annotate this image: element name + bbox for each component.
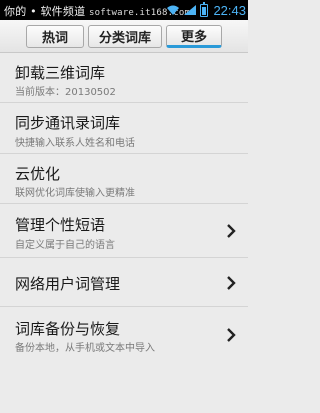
list-item-uninstall-lexicon[interactable]: 卸载三维词库 当前版本：20130502 — [0, 53, 248, 103]
list-item-custom-phrases[interactable]: 管理个性短语 自定义属于自己的语言 — [0, 204, 248, 258]
battery-icon — [200, 1, 209, 17]
item-title: 网络用户词管理 — [15, 275, 121, 293]
settings-list: 卸载三维词库 当前版本：20130502 同步通讯录词库 快捷输入联系人姓名和电… — [0, 53, 248, 362]
system-indicators: 22:43 — [166, 1, 246, 18]
watermark: 你的 • 软件频道 software.it168.com — [4, 3, 190, 19]
tab-hot-words[interactable]: 热词 — [26, 24, 84, 48]
item-subtitle: 当前版本：20130502 — [15, 87, 116, 98]
tab-label: 热词 — [41, 30, 68, 46]
list-item-sync-contacts[interactable]: 同步通讯录词库 快捷输入联系人姓名和电话 — [0, 103, 248, 154]
battery-level — [202, 6, 207, 15]
item-title: 同步通讯录词库 — [15, 114, 121, 132]
watermark-text: 你的 • 软件频道 — [4, 5, 86, 18]
chevron-right-icon — [227, 276, 236, 290]
chevron-right-icon — [227, 224, 236, 238]
item-title: 词库备份与恢复 — [15, 320, 121, 338]
list-item-cloud-optimize[interactable]: 云优化 联网优化词库使输入更精准 — [0, 154, 248, 204]
tab-more[interactable]: 更多 — [166, 24, 222, 48]
item-title: 云优化 — [15, 165, 61, 183]
list-item-network-user-words[interactable]: 网络用户词管理 — [0, 258, 248, 307]
tab-label: 更多 — [180, 29, 207, 45]
item-subtitle: 自定义属于自己的语言 — [15, 240, 115, 251]
tab-bar: 热词 分类词库 更多 — [0, 20, 248, 53]
wifi-icon — [167, 5, 180, 15]
tab-category-lexicon[interactable]: 分类词库 — [88, 24, 162, 48]
signal-icon — [184, 5, 197, 15]
list-item-backup-restore[interactable]: 词库备份与恢复 备份本地，从手机或文本中导入 — [0, 307, 248, 362]
clock: 22:43 — [213, 2, 246, 18]
tab-label: 分类词库 — [98, 30, 151, 46]
chevron-right-icon — [227, 328, 236, 342]
item-title: 卸载三维词库 — [15, 64, 106, 82]
item-subtitle: 联网优化词库使输入更精准 — [15, 188, 135, 199]
item-subtitle: 快捷输入联系人姓名和电话 — [15, 138, 135, 149]
status-bar: 你的 • 软件频道 software.it168.com 22:43 — [0, 0, 248, 20]
item-title: 管理个性短语 — [15, 216, 106, 234]
item-subtitle: 备份本地，从手机或文本中导入 — [15, 343, 155, 354]
